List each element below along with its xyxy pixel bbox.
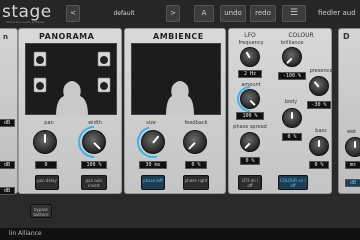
next-preset-button[interactable]: > xyxy=(166,5,180,22)
bass-label: bass xyxy=(315,128,327,134)
presence-label: presence xyxy=(309,68,333,74)
phase-spread-value[interactable]: 0 % xyxy=(240,157,260,165)
right-section: D wet ms dB xyxy=(338,28,360,194)
pan-axis-invert-button[interactable]: pan axis invert xyxy=(81,175,107,190)
footer-text: lin Alliance xyxy=(9,230,42,237)
colour-toggle-button[interactable]: COLOUR on / off xyxy=(278,175,308,190)
panorama-display[interactable] xyxy=(25,43,117,116)
brand-logo: stage xyxy=(2,2,52,22)
right-value[interactable]: ms xyxy=(345,161,360,169)
left-section: n dB dB dB xyxy=(0,28,18,195)
brilliance-label: brilliance xyxy=(280,40,304,46)
pan-value[interactable]: 0 xyxy=(35,161,57,169)
undo-button[interactable]: undo xyxy=(220,5,246,22)
amount-knob[interactable] xyxy=(240,89,260,109)
frequency-label: frequency xyxy=(238,40,264,46)
left-value-1[interactable]: dB xyxy=(0,119,15,127)
lfo-toggle-button[interactable]: LFO on / off xyxy=(238,175,262,190)
ambience-display[interactable] xyxy=(131,43,221,116)
ab-compare-button[interactable]: A xyxy=(194,5,214,22)
body-value[interactable]: 0 % xyxy=(282,133,302,141)
brand-subtitle: immersive audio software xyxy=(6,20,45,24)
bass-knob[interactable] xyxy=(309,136,329,156)
left-section-title: n xyxy=(3,33,8,41)
frequency-knob[interactable] xyxy=(240,47,260,67)
colour-title: COLOUR xyxy=(288,32,314,39)
prev-preset-button[interactable]: < xyxy=(66,5,80,22)
main-plate: n dB dB dB PANORAMA pan width 0 100 % pa… xyxy=(0,28,360,228)
listener-head-icon xyxy=(56,81,88,116)
right-value-2[interactable]: dB xyxy=(345,179,360,187)
bass-value[interactable]: 0 % xyxy=(309,161,329,169)
brilliance-value[interactable]: -100 % xyxy=(278,72,306,80)
bypass-tab[interactable]: bypass buttons xyxy=(30,204,52,218)
panorama-title: PANORAMA xyxy=(39,32,95,41)
phase-right-button[interactable]: phase right xyxy=(183,175,209,190)
size-knob[interactable] xyxy=(141,130,165,154)
lfo-colour-panel: LFO COLOUR frequency 2 Hz amount 100 % p… xyxy=(228,28,332,194)
right-section-title: D xyxy=(343,32,350,41)
width-value[interactable]: 100 % xyxy=(81,161,107,169)
ambience-panel: AMBIENCE size feedback 30 ms 0 % phase l… xyxy=(124,28,226,194)
room-graphic xyxy=(166,81,194,116)
right-wet-label: wet xyxy=(347,129,357,135)
lfo-title: LFO xyxy=(244,32,256,39)
footer-bar: lin Alliance xyxy=(0,228,360,240)
frequency-value[interactable]: 2 Hz xyxy=(238,70,262,78)
menu-icon[interactable]: ☰ xyxy=(282,5,306,22)
phase-left-button[interactable]: phase left xyxy=(141,175,165,190)
left-value-2[interactable]: dB xyxy=(0,161,15,169)
size-value[interactable]: 30 ms xyxy=(139,161,167,169)
redo-button[interactable]: redo xyxy=(250,5,276,22)
feedback-label: feedback xyxy=(184,120,208,126)
body-label: body xyxy=(284,99,298,105)
pan-delay-button[interactable]: pan delay xyxy=(35,175,59,190)
brilliance-knob[interactable] xyxy=(282,47,302,67)
panorama-panel: PANORAMA pan width 0 100 % pan delay pan… xyxy=(18,28,122,194)
feedback-knob[interactable] xyxy=(183,130,207,154)
speaker-layout-graphic xyxy=(33,51,111,116)
feedback-value[interactable]: 0 % xyxy=(185,161,207,169)
preset-name[interactable]: default xyxy=(82,7,166,21)
body-knob[interactable] xyxy=(282,108,302,128)
pan-label: pan xyxy=(44,120,54,126)
phase-spread-knob[interactable] xyxy=(240,132,260,152)
pan-knob[interactable] xyxy=(33,130,57,154)
top-bar: stage immersive audio software < default… xyxy=(0,0,360,28)
right-knob[interactable] xyxy=(345,137,360,157)
ambience-title: AMBIENCE xyxy=(153,32,204,41)
vendor-logo: fiedler aud xyxy=(318,9,356,17)
width-knob[interactable] xyxy=(82,130,106,154)
presence-value[interactable]: -30 % xyxy=(307,101,331,109)
presence-knob[interactable] xyxy=(309,76,329,96)
left-value-3[interactable]: dB xyxy=(0,187,15,195)
listener-head-icon xyxy=(166,81,194,116)
phase-spread-label: phase spread xyxy=(233,124,267,130)
amount-value[interactable]: 100 % xyxy=(236,112,264,120)
